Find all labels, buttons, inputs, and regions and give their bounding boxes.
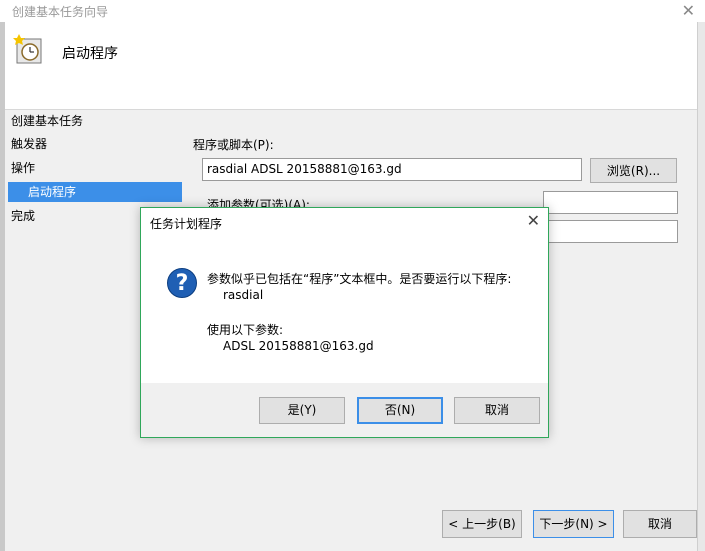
steps-heading: 创建基本任务 xyxy=(11,114,84,128)
close-icon[interactable]: ✕ xyxy=(682,0,695,22)
next-button[interactable]: 下一步(N) > xyxy=(533,510,614,538)
step-trigger[interactable]: 触发器 xyxy=(11,134,181,154)
browse-button[interactable]: 浏览(R)... xyxy=(590,158,677,183)
task-clock-icon xyxy=(13,34,42,64)
dialog-cancel-button[interactable]: 取消 xyxy=(454,397,540,424)
yes-button[interactable]: 是(Y) xyxy=(259,397,345,424)
program-input[interactable]: rasdial ADSL 20158881@163.gd xyxy=(202,158,582,181)
wizard-header: 启动程序 xyxy=(5,22,697,110)
wizard-title: 创建基本任务向导 xyxy=(12,5,109,19)
start-in-input[interactable] xyxy=(543,220,678,243)
program-label: 程序或脚本(P): xyxy=(193,138,274,152)
args-input[interactable] xyxy=(543,191,678,214)
step-start-program[interactable]: 启动程序 xyxy=(8,182,182,202)
step-action[interactable]: 操作 xyxy=(11,158,181,178)
dialog-footer: 是(Y) 否(N) 取消 xyxy=(141,383,548,437)
dialog-close-icon[interactable]: ✕ xyxy=(527,211,540,230)
no-button[interactable]: 否(N) xyxy=(357,397,443,424)
confirm-dialog: 任务计划程序 ✕ ? 参数似乎已包括在“程序”文本框中。是否要运行以下程序: r… xyxy=(140,207,549,438)
dialog-title: 任务计划程序 xyxy=(150,217,223,231)
dialog-program: rasdial xyxy=(223,288,264,302)
dialog-message: 参数似乎已包括在“程序”文本框中。是否要运行以下程序: xyxy=(207,272,512,286)
page-title: 启动程序 xyxy=(62,46,118,62)
background-window-edge-right xyxy=(697,22,705,551)
cancel-button[interactable]: 取消 xyxy=(623,510,697,538)
question-icon: ? xyxy=(167,268,197,298)
dialog-args-value: ADSL 20158881@163.gd xyxy=(223,339,374,353)
back-button[interactable]: < 上一步(B) xyxy=(442,510,522,538)
wizard-titlebar: 创建基本任务向导 ✕ xyxy=(0,0,705,22)
dialog-args-label: 使用以下参数: xyxy=(207,323,284,337)
